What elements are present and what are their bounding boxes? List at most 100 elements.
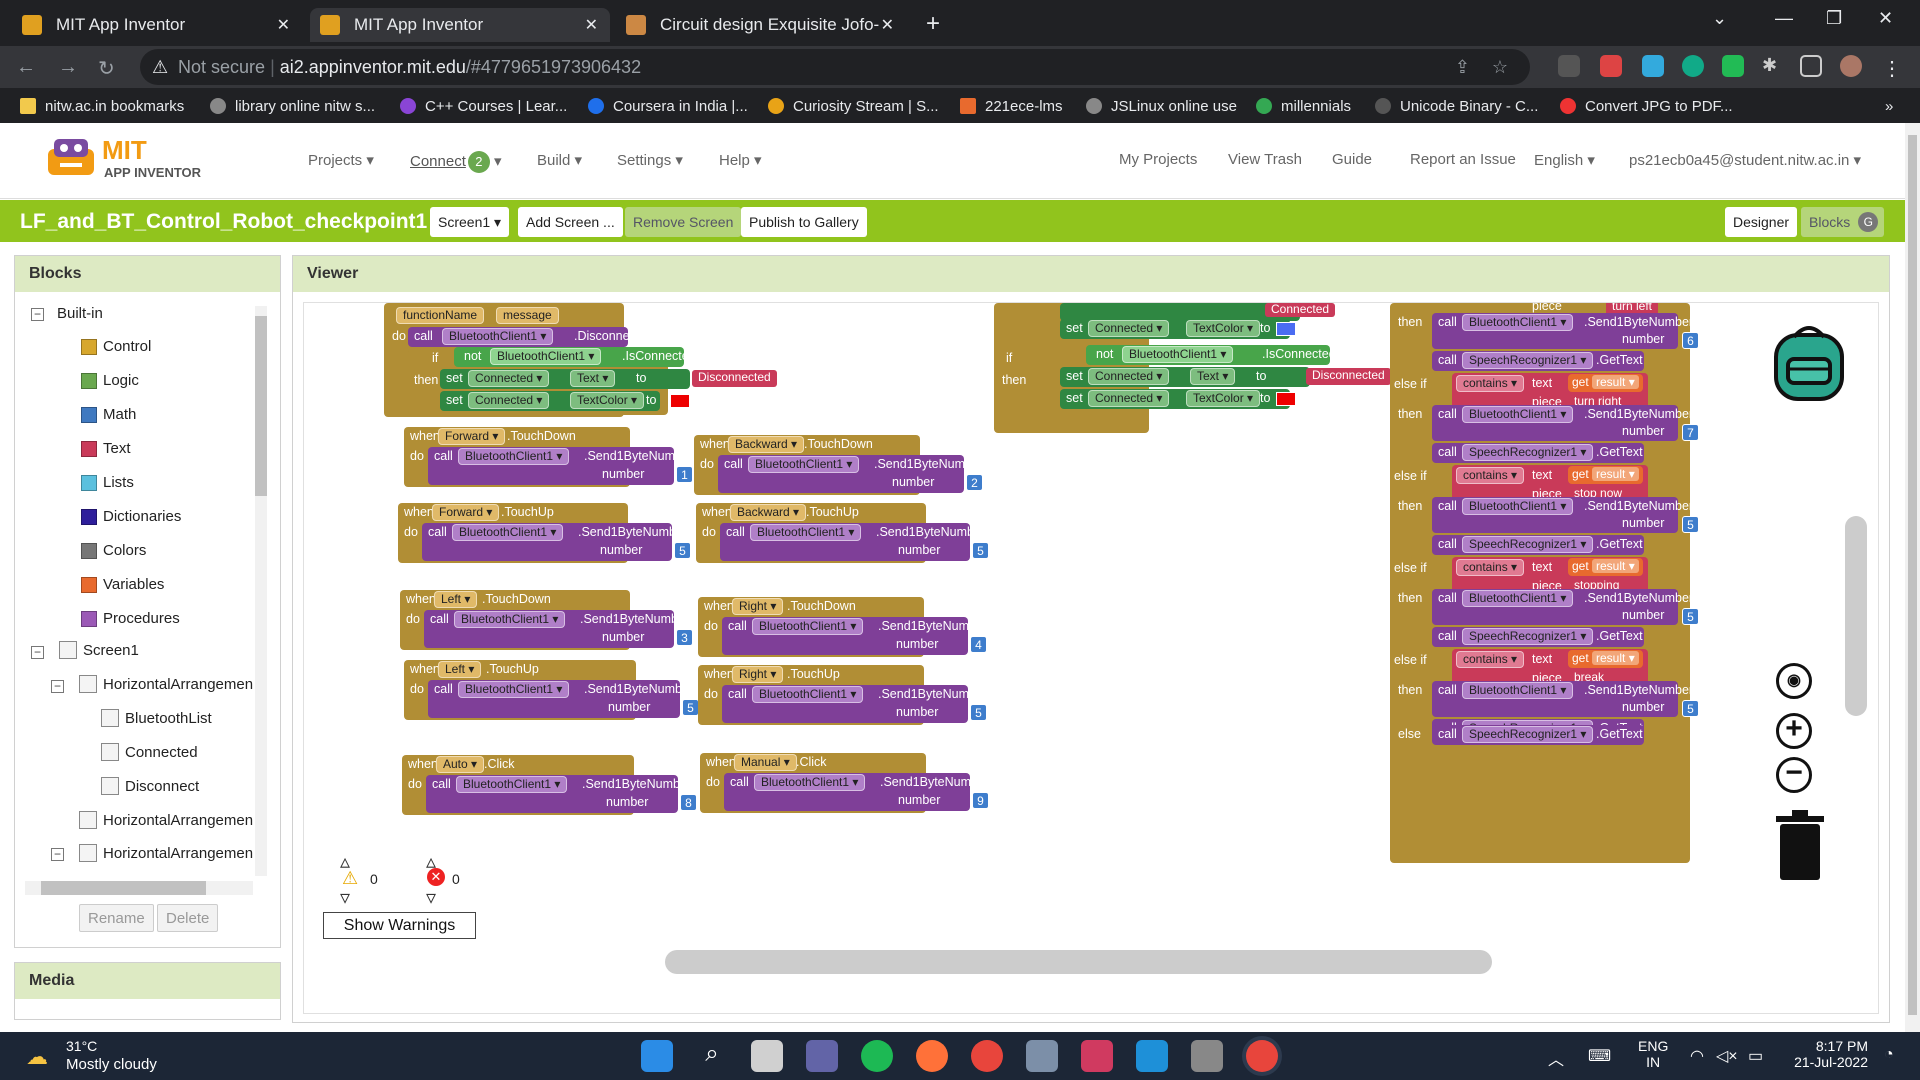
send-byte-block[interactable]: call BluetoothClient1 ▾ .Send1ByteNumber nu… [428, 447, 693, 485]
collapse-toggle[interactable]: − [31, 308, 44, 321]
clock[interactable]: 8:17 PM 21-Jul-2022 [1784, 1038, 1868, 1070]
my-projects-link[interactable]: My Projects [1119, 151, 1197, 168]
close-window-icon[interactable]: ✕ [1878, 8, 1893, 29]
color-red-block[interactable] [1276, 392, 1296, 406]
send-byte-block[interactable]: call BluetoothClient1 ▾ .Send1ByteNumber nu… [1432, 589, 1693, 625]
event-component-dropdown[interactable]: Backward ▾ [730, 504, 807, 521]
component-node[interactable]: Disconnect [101, 777, 199, 795]
event-component-dropdown[interactable]: Backward ▾ [728, 436, 805, 453]
send-byte-block[interactable]: call BluetoothClient1 ▾ .Send1ByteNumber nu… [720, 523, 985, 561]
blocks-button[interactable]: Blocks G [1801, 207, 1885, 237]
close-tab-icon[interactable]: ✕ [881, 15, 894, 35]
not-isconnected-block[interactable]: not BluetoothClient1 ▾ .IsConnected [1086, 345, 1336, 365]
zoom-out-icon[interactable]: − [1776, 757, 1812, 793]
extension-icon[interactable] [1722, 55, 1744, 77]
send-byte-block[interactable]: call BluetoothClient1 ▾ .Send1ByteNumber nu… [422, 523, 687, 561]
set-textcolor-block[interactable]: set Connected ▾ TextColor ▾ to [1060, 319, 1290, 339]
errors-down-icon[interactable]: ▿ [426, 885, 436, 910]
event-component-dropdown[interactable]: Left ▾ [434, 591, 478, 608]
back-icon[interactable]: ← [16, 56, 36, 79]
string-disconnected[interactable]: Disconnected [1306, 368, 1391, 385]
bluetooth-dropdown[interactable]: BluetoothClient1 ▾ [752, 686, 864, 703]
number-block[interactable]: 5 [682, 699, 699, 716]
event-component-dropdown[interactable]: Auto ▾ [436, 756, 485, 773]
category-text[interactable]: Text [81, 440, 131, 457]
bookmark-item[interactable]: 221ece-lms [960, 92, 1063, 120]
number-block[interactable]: 5 [1682, 516, 1699, 533]
warning-icon[interactable]: ⚠ [152, 49, 168, 85]
number-block[interactable]: 5 [972, 542, 989, 559]
view-trash-link[interactable]: View Trash [1228, 151, 1302, 168]
bookmark-item[interactable]: Curiosity Stream | S... [768, 92, 939, 120]
tab-3[interactable]: Circuit design Exquisite Jofo-Mig ✕ [616, 8, 906, 42]
new-tab-icon[interactable]: + [926, 10, 940, 38]
call-disconnect-block[interactable]: call BluetoothClient1 ▾ .Disconnect [408, 327, 639, 347]
language-menu[interactable]: English ▾ [1534, 151, 1595, 169]
trash-icon[interactable] [1772, 808, 1828, 882]
send-byte-block[interactable]: call BluetoothClient1 ▾ .Send1ByteNumber nu… [424, 610, 689, 648]
extension-icon[interactable] [1600, 55, 1622, 77]
speech-gettext-block[interactable]: callSpeechRecognizer1 ▾.GetText [1432, 535, 1644, 555]
bluetooth-dropdown[interactable]: BluetoothClient1 ▾ [454, 611, 566, 628]
tab-1[interactable]: MIT App Inventor ✕ [12, 8, 302, 42]
speech-gettext-block[interactable]: callSpeechRecognizer1 ▾.GetText [1432, 627, 1644, 647]
search-icon[interactable]: ⌕ [696, 1040, 728, 1072]
send-byte-block[interactable]: call BluetoothClient1 ▾ .Send1ByteNumber nu… [428, 680, 693, 718]
menu-settings[interactable]: Settings ▾ [617, 151, 683, 169]
category-math[interactable]: Math [81, 406, 136, 423]
category-variables[interactable]: Variables [81, 576, 164, 593]
spotify-icon[interactable] [861, 1040, 893, 1072]
speech-gettext-block[interactable]: callSpeechRecognizer1 ▾.GetText [1432, 443, 1644, 463]
number-block[interactable]: 5 [1682, 700, 1699, 717]
chrome-profile-icon[interactable] [1246, 1040, 1278, 1072]
close-tab-icon[interactable]: ✕ [585, 15, 598, 35]
builtin-node[interactable]: Built-in [57, 305, 103, 322]
tree-scrollbar[interactable] [255, 306, 267, 876]
number-block[interactable]: 7 [1682, 424, 1699, 441]
keyboard-icon[interactable]: ⌨ [1588, 1046, 1611, 1066]
category-lists[interactable]: Lists [81, 474, 134, 491]
snipping-icon[interactable] [1081, 1040, 1113, 1072]
send-byte-block[interactable]: call BluetoothClient1 ▾ .Send1ByteNumber nu… [722, 617, 987, 655]
bookmark-item[interactable]: millennials [1256, 92, 1351, 120]
component-node[interactable]: Connected [101, 743, 198, 761]
color-blue-block[interactable] [1276, 322, 1296, 336]
publish-gallery-button[interactable]: Publish to Gallery [741, 207, 867, 237]
category-dictionaries[interactable]: Dictionaries [81, 508, 181, 525]
number-block[interactable]: 5 [970, 704, 987, 721]
color-red-block[interactable] [670, 394, 690, 408]
wifi-icon[interactable]: ◠ [1690, 1046, 1704, 1066]
report-issue-link[interactable]: Report an Issue [1410, 151, 1516, 168]
bookmark-overflow[interactable]: » [1885, 92, 1893, 120]
event-component-dropdown[interactable]: Right ▾ [732, 598, 784, 615]
camera-icon[interactable] [1026, 1040, 1058, 1072]
send-byte-block[interactable]: call BluetoothClient1 ▾ .Send1ByteNumber nu… [1432, 405, 1693, 441]
component-node[interactable]: BluetoothList [101, 709, 212, 727]
close-tab-icon[interactable]: ✕ [277, 15, 290, 35]
bookmark-item[interactable]: JSLinux online use [1086, 92, 1237, 120]
calculator-icon[interactable] [1191, 1040, 1223, 1072]
set-textcolor-block[interactable]: set Connected ▾ TextColor ▾ to [1060, 389, 1290, 409]
bluetooth-dropdown[interactable]: BluetoothClient1 ▾ [456, 776, 568, 793]
number-block[interactable]: 8 [680, 794, 697, 811]
recenter-icon[interactable]: ◉ [1776, 663, 1812, 699]
number-block[interactable]: 9 [972, 792, 989, 809]
number-block[interactable]: 2 [966, 474, 983, 491]
zoom-in-icon[interactable]: + [1776, 713, 1812, 749]
send-byte-block[interactable]: call BluetoothClient1 ▾ .Send1ByteNumber nu… [724, 773, 989, 811]
number-block[interactable]: 5 [1682, 608, 1699, 625]
firefox-icon[interactable] [916, 1040, 948, 1072]
workspace-hscrollbar[interactable] [665, 950, 1492, 974]
send-byte-block[interactable]: call BluetoothClient1 ▾ .Send1ByteNumber nu… [722, 685, 987, 723]
url-field[interactable]: ⚠ Not secure | ai2.appinventor.mit.edu/#… [140, 49, 1530, 85]
bookmark-item[interactable]: library online nitw s... [210, 92, 375, 120]
collapse-toggle[interactable]: − [51, 680, 64, 693]
bluetooth-dropdown[interactable]: BluetoothClient1 ▾ [754, 774, 866, 791]
show-warnings-button[interactable]: Show Warnings [323, 912, 476, 939]
speech-gettext-block[interactable]: callSpeechRecognizer1 ▾.GetText [1432, 351, 1644, 371]
category-procedures[interactable]: Procedures [81, 610, 180, 627]
bookmark-item[interactable]: C++ Courses | Lear... [400, 92, 567, 120]
tab-2[interactable]: MIT App Inventor ✕ [310, 8, 610, 42]
set-textcolor-block[interactable]: set Connected ▾ TextColor ▾ to [440, 391, 660, 411]
tab-search-icon[interactable]: ⌄ [1712, 8, 1727, 29]
